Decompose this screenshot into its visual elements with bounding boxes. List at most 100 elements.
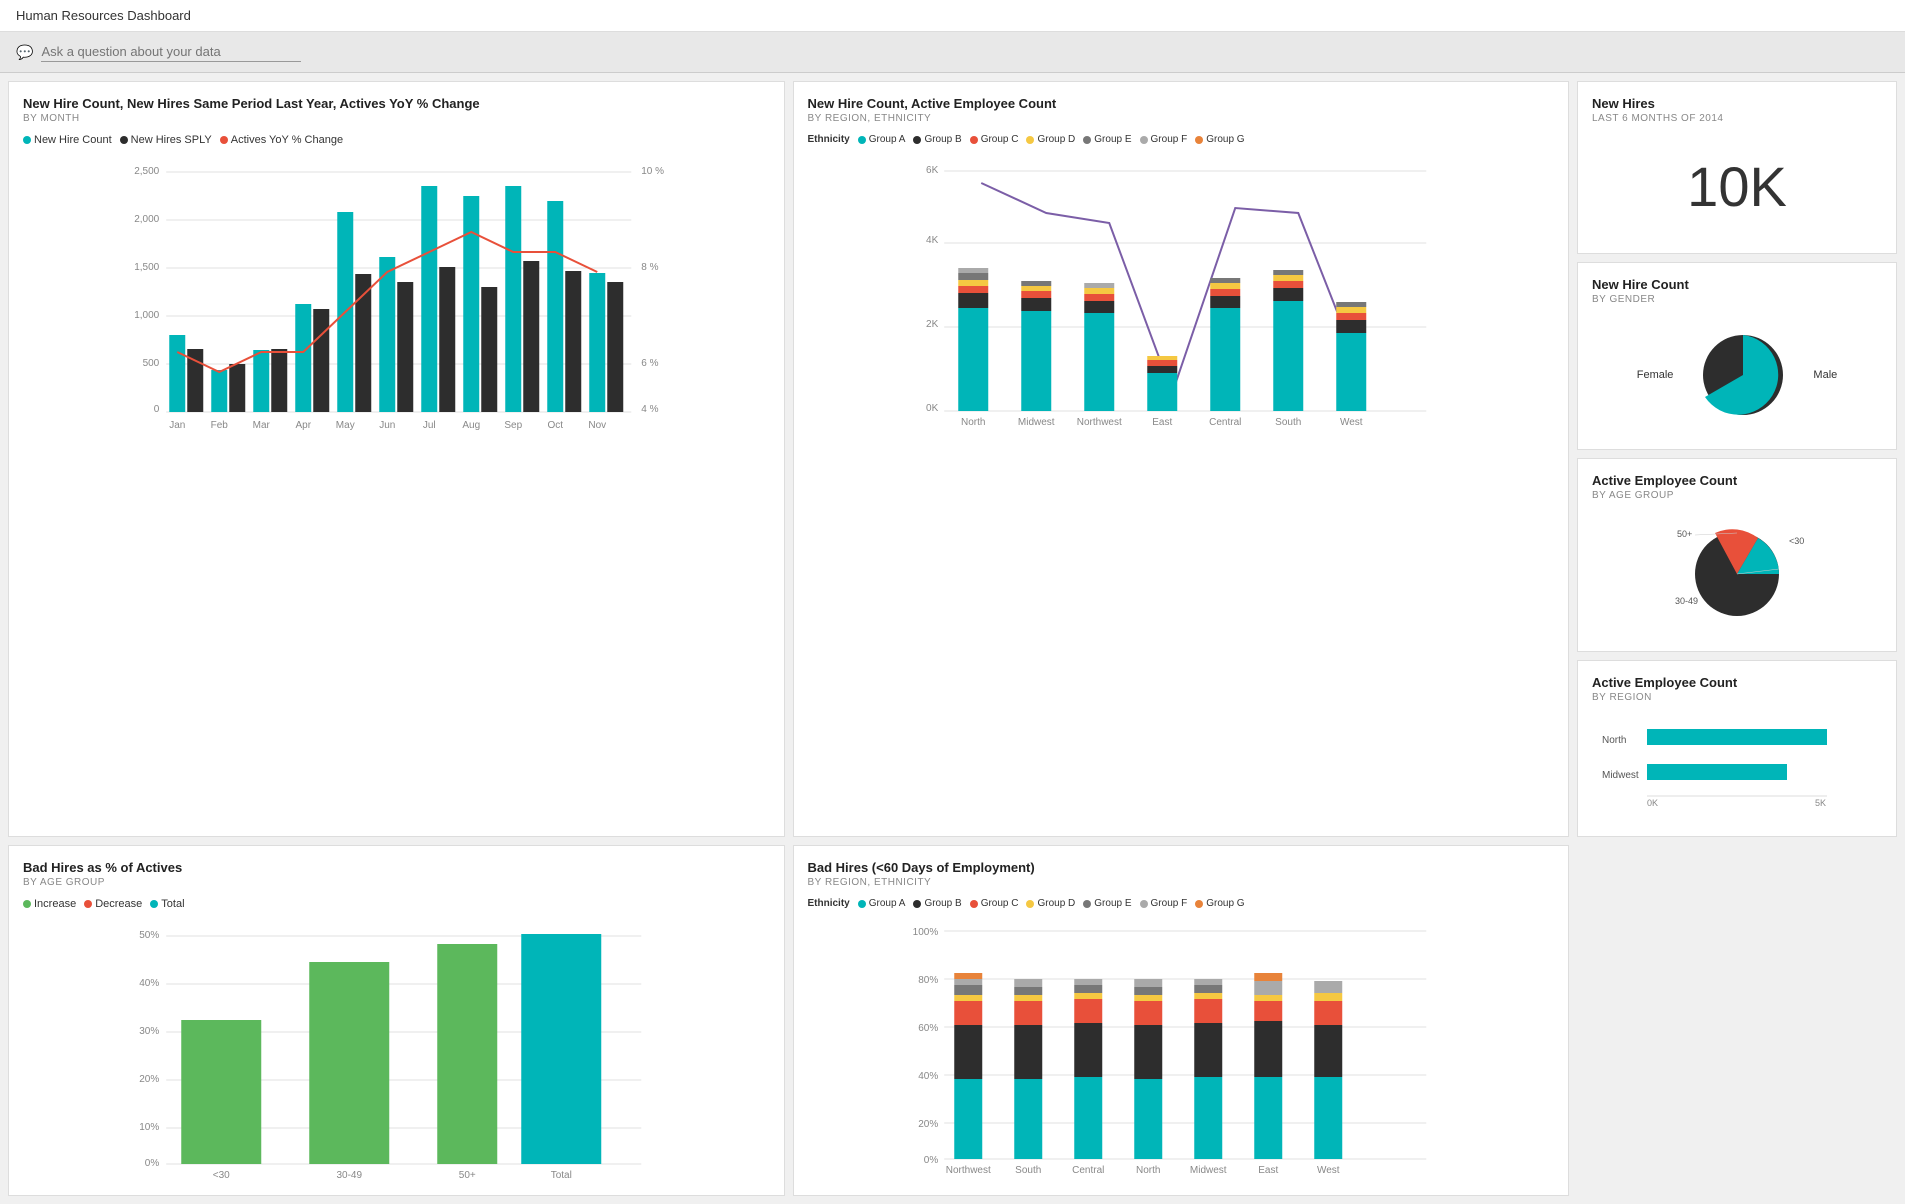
svg-text:North: North <box>1136 1165 1160 1176</box>
legend2-group-e: Group E <box>1083 898 1131 909</box>
svg-text:Aug: Aug <box>462 420 480 431</box>
chart3-title: Bad Hires as % of Actives <box>23 860 770 875</box>
svg-text:0: 0 <box>154 404 160 415</box>
chart2-legend: Ethnicity Group A Group B Group C Group … <box>808 134 1555 145</box>
svg-text:4K: 4K <box>926 235 939 246</box>
legend2-group-a: Group A <box>858 898 906 909</box>
svg-text:May: May <box>336 420 355 431</box>
new-hires-title: New Hires <box>1592 96 1882 111</box>
chart3-svg: 50% 40% 30% 20% 10% 0% <box>23 918 770 1178</box>
svg-text:East: East <box>1152 417 1172 428</box>
total-label: Total <box>161 898 184 910</box>
svg-text:0%: 0% <box>145 1158 160 1169</box>
legend-group-c: Group C <box>970 134 1019 145</box>
new-hire-gender-card: New Hire Count BY GENDER Female Male <box>1577 262 1897 450</box>
svg-text:2,000: 2,000 <box>134 214 159 225</box>
svg-text:0K: 0K <box>1647 798 1658 808</box>
dashboard: New Hire Count, New Hires Same Period La… <box>0 73 1905 1204</box>
increase-label: Increase <box>34 898 76 910</box>
svg-text:Jan: Jan <box>169 420 185 431</box>
svg-text:South: South <box>1015 1165 1041 1176</box>
legend-group-a: Group A <box>858 134 906 145</box>
search-input[interactable] <box>41 42 301 62</box>
active-employee-count-card: New Hire Count, Active Employee Count BY… <box>793 81 1570 837</box>
svg-text:2,500: 2,500 <box>134 166 159 177</box>
new-hires-subtitle: LAST 6 MONTHS OF 2014 <box>1592 113 1882 124</box>
legend2-group-g: Group G <box>1195 898 1244 909</box>
active-region-card: Active Employee Count BY REGION North Mi… <box>1577 660 1897 837</box>
age-pie: <30 50+ 30-49 <box>1657 519 1817 629</box>
chart3-area: 50% 40% 30% 20% 10% 0% <box>23 918 770 1181</box>
legend2-group-c: Group C <box>970 898 1019 909</box>
svg-text:North: North <box>1602 735 1626 746</box>
active-region-title: Active Employee Count <box>1592 675 1882 690</box>
svg-text:6 %: 6 % <box>641 358 658 369</box>
chart4-title: Bad Hires (<60 Days of Employment) <box>808 860 1555 875</box>
legend-group-f: Group F <box>1140 134 1188 145</box>
legend-group-b: Group B <box>913 134 961 145</box>
svg-text:Northwest: Northwest <box>1076 417 1121 428</box>
male-label: Male <box>1813 369 1837 381</box>
svg-text:500: 500 <box>143 358 160 369</box>
chart2-area: 0K 2K 4K 6K <box>808 153 1555 436</box>
svg-text:Jul: Jul <box>423 420 436 431</box>
right-column: New Hires LAST 6 MONTHS OF 2014 10K New … <box>1577 81 1897 837</box>
legend-group-d: Group D <box>1026 134 1075 145</box>
svg-text:20%: 20% <box>918 1119 938 1130</box>
svg-text:North: North <box>961 417 985 428</box>
chart4-subtitle: BY REGION, ETHNICITY <box>808 877 1555 888</box>
svg-text:Sep: Sep <box>504 420 522 431</box>
chart4-svg: 100% 80% 60% 40% 20% 0% <box>808 917 1555 1177</box>
svg-text:40%: 40% <box>139 978 159 989</box>
legend2-group-d: Group D <box>1026 898 1075 909</box>
svg-text:Apr: Apr <box>295 420 311 431</box>
svg-text:40%: 40% <box>918 1071 938 1082</box>
chart2-svg: 0K 2K 4K 6K <box>808 153 1555 433</box>
svg-text:Midwest: Midwest <box>1017 417 1054 428</box>
chart2-title: New Hire Count, Active Employee Count <box>808 96 1555 111</box>
gender-subtitle: BY GENDER <box>1592 294 1882 305</box>
svg-text:East: East <box>1258 1165 1278 1176</box>
svg-text:80%: 80% <box>918 975 938 986</box>
svg-text:Oct: Oct <box>547 420 563 431</box>
svg-text:Nov: Nov <box>588 420 606 431</box>
svg-text:<30: <30 <box>1789 536 1804 546</box>
svg-text:4 %: 4 % <box>641 404 658 415</box>
app-header: Human Resources Dashboard <box>0 0 1905 32</box>
legend-group-e: Group E <box>1083 134 1131 145</box>
search-bar: 💬 <box>0 32 1905 73</box>
chart1-area: 2,500 2,000 1,500 1,000 500 0 10 % 8 % 6… <box>23 154 770 437</box>
svg-text:50+: 50+ <box>1677 529 1692 539</box>
svg-text:South: South <box>1275 417 1301 428</box>
chart1-subtitle: BY MONTH <box>23 113 770 124</box>
region-bar-svg: North Midwest 0K 5K <box>1592 721 1882 811</box>
active-age-card: Active Employee Count BY AGE GROUP <30 5… <box>1577 458 1897 652</box>
chart1-legend: New Hire Count New Hires SPLY Actives Yo… <box>23 134 770 146</box>
svg-text:<30: <30 <box>213 1170 230 1181</box>
svg-text:10%: 10% <box>139 1122 159 1133</box>
svg-text:50%: 50% <box>139 930 159 941</box>
svg-text:2K: 2K <box>926 319 939 330</box>
bad-hires-pct-card: Bad Hires as % of Actives BY AGE GROUP I… <box>8 845 785 1196</box>
gender-chart: Female Male <box>1592 315 1882 435</box>
legend-decrease: Decrease <box>84 898 142 910</box>
svg-text:30-49: 30-49 <box>1675 596 1698 606</box>
ethnicity-label2: Ethnicity <box>808 898 850 909</box>
svg-text:Central: Central <box>1072 1165 1104 1176</box>
svg-text:Central: Central <box>1209 417 1241 428</box>
age-chart: <30 50+ 30-49 <box>1592 511 1882 637</box>
gender-title: New Hire Count <box>1592 277 1882 292</box>
svg-text:West: West <box>1316 1165 1339 1176</box>
legend-increase: Increase <box>23 898 76 910</box>
svg-text:60%: 60% <box>918 1023 938 1034</box>
chart3-legend: Increase Decrease Total <box>23 898 770 910</box>
svg-text:Jun: Jun <box>379 420 395 431</box>
legend-actives-yoy: Actives YoY % Change <box>220 134 343 146</box>
bad-hires-60-card: Bad Hires (<60 Days of Employment) BY RE… <box>793 845 1570 1196</box>
gender-pie <box>1683 325 1803 425</box>
ethnicity-label: Ethnicity <box>808 134 850 145</box>
svg-text:Northwest: Northwest <box>945 1165 990 1176</box>
active-age-subtitle: BY AGE GROUP <box>1592 490 1882 501</box>
legend-new-hires-sply: New Hires SPLY <box>120 134 212 146</box>
svg-text:20%: 20% <box>139 1074 159 1085</box>
